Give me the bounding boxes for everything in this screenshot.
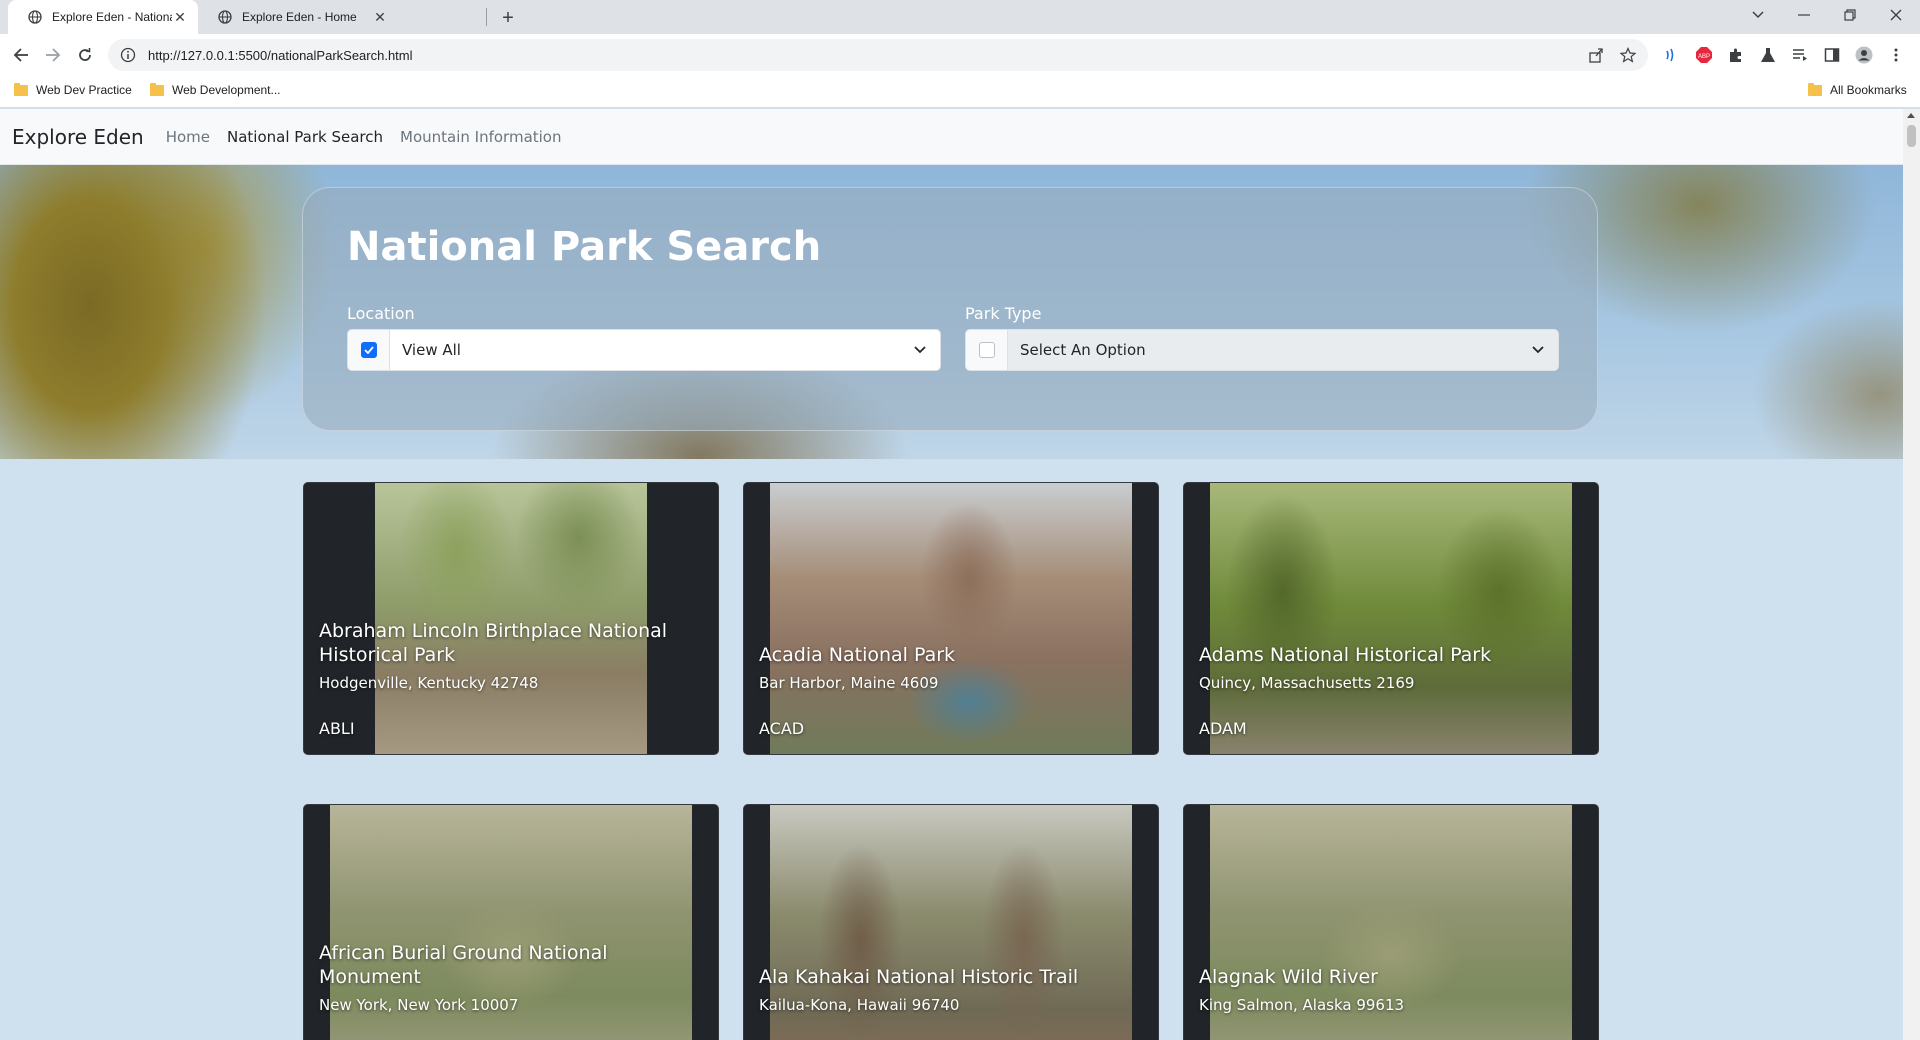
- park-location: New York, New York 10007: [319, 996, 519, 1014]
- park-location: Bar Harbor, Maine 4609: [759, 674, 939, 692]
- park-type-select-value: Select An Option: [1020, 341, 1146, 359]
- park-code: ACAD: [759, 719, 805, 738]
- park-name: Abraham Lincoln Birthplace National Hist…: [319, 620, 668, 666]
- lab-flask-icon[interactable]: [1759, 46, 1777, 64]
- location-select-value: View All: [402, 341, 461, 359]
- bookmark-folder-web-development[interactable]: Web Development...: [150, 82, 281, 97]
- tab-divider: [486, 8, 487, 26]
- folder-icon: [150, 82, 164, 96]
- extensions-puzzle-icon[interactable]: [1727, 46, 1745, 64]
- park-name: Acadia National Park: [759, 644, 956, 666]
- park-location: Quincy, Massachusetts 2169: [1199, 674, 1415, 692]
- park-card[interactable]: Ala Kahakai National Historic Trail Kail…: [743, 804, 1159, 1040]
- reload-icon[interactable]: [73, 43, 97, 67]
- all-bookmarks-button[interactable]: All Bookmarks: [1808, 82, 1907, 97]
- profile-avatar-icon[interactable]: [1855, 46, 1873, 64]
- page-viewport: Explore Eden Home National Park Search M…: [0, 109, 1903, 1040]
- park-name: Alagnak Wild River: [1199, 966, 1378, 988]
- url-text: http://127.0.0.1:5500/nationalParkSearch…: [148, 47, 413, 63]
- forward-arrow-icon[interactable]: [41, 43, 65, 67]
- kebab-menu-icon[interactable]: [1887, 46, 1905, 64]
- bookmark-folder-web-dev-practice[interactable]: Web Dev Practice: [14, 82, 132, 97]
- new-tab-plus-icon[interactable]: +: [496, 6, 520, 30]
- nav-link-home[interactable]: Home: [166, 128, 210, 146]
- chevron-down-icon: [900, 346, 940, 354]
- park-location: Kailua-Kona, Hawaii 96740: [759, 996, 960, 1014]
- chevron-down-icon: [1518, 346, 1558, 354]
- back-arrow-icon[interactable]: [9, 43, 33, 67]
- folder-icon: [1808, 82, 1822, 96]
- bookmark-label: Web Development...: [172, 83, 281, 97]
- park-code: ABLI: [319, 719, 355, 738]
- search-panel: National Park Search Location View All P…: [302, 187, 1598, 431]
- globe-icon: [28, 10, 42, 24]
- site-brand[interactable]: Explore Eden: [12, 125, 144, 149]
- bookmarks-bar: Web Dev Practice Web Development... All …: [0, 76, 1920, 108]
- browser-tab-bar: Explore Eden - National Park Se ✕ Explor…: [0, 0, 1920, 34]
- address-bar[interactable]: http://127.0.0.1:5500/nationalParkSearch…: [108, 39, 1648, 71]
- adblock-icon[interactable]: ABP: [1695, 46, 1713, 64]
- site-navbar: Explore Eden Home National Park Search M…: [0, 109, 1903, 165]
- browser-toolbar: http://127.0.0.1:5500/nationalParkSearch…: [0, 34, 1920, 76]
- tab-search-chevron-icon[interactable]: [1736, 0, 1780, 30]
- bookmark-label: Web Dev Practice: [36, 83, 132, 97]
- location-checkbox[interactable]: [360, 342, 377, 358]
- park-card[interactable]: Abraham Lincoln Birthplace National Hist…: [303, 482, 719, 755]
- park-image: [770, 483, 1132, 754]
- reading-list-icon[interactable]: [1791, 46, 1809, 64]
- minimize-icon[interactable]: [1782, 0, 1826, 30]
- park-card[interactable]: Acadia National Park Bar Harbor, Maine 4…: [743, 482, 1159, 755]
- page-title: National Park Search: [347, 224, 822, 270]
- checkmark-icon: [363, 346, 374, 354]
- close-icon[interactable]: ✕: [372, 9, 388, 25]
- park-code: ADAM: [1199, 719, 1247, 738]
- park-name: African Burial Ground National Monument: [319, 942, 608, 988]
- park-location: King Salmon, Alaska 99613: [1199, 996, 1405, 1014]
- park-type-label: Park Type: [965, 304, 1042, 323]
- scroll-up-arrow-icon[interactable]: [1907, 113, 1915, 118]
- share-icon[interactable]: [1588, 47, 1604, 63]
- svg-text:ABP: ABP: [1698, 54, 1710, 60]
- close-icon[interactable]: ✕: [172, 9, 188, 25]
- browser-tab-title: Explore Eden - Home: [242, 10, 357, 24]
- park-location: Hodgenville, Kentucky 42748: [319, 674, 539, 692]
- restore-icon[interactable]: [1828, 0, 1872, 30]
- window-close-icon[interactable]: [1874, 0, 1918, 30]
- side-panel-icon[interactable]: [1823, 46, 1841, 64]
- location-label: Location: [347, 304, 415, 323]
- location-select[interactable]: View All: [347, 329, 941, 371]
- scrollbar-thumb[interactable]: [1907, 125, 1916, 147]
- hero-banner: National Park Search Location View All P…: [0, 165, 1903, 459]
- park-type-select[interactable]: Select An Option: [965, 329, 1559, 371]
- nav-link-national-park-search[interactable]: National Park Search: [227, 128, 383, 146]
- page-scrollbar[interactable]: [1903, 109, 1920, 1040]
- location-checkbox-wrap: [348, 330, 390, 370]
- browser-tab[interactable]: Explore Eden - Home ✕: [198, 0, 398, 34]
- park-image: [1210, 483, 1572, 754]
- park-name: Adams National Historical Park: [1199, 644, 1492, 666]
- park-name: Ala Kahakai National Historic Trail: [759, 966, 1079, 988]
- browser-tab-title: Explore Eden - National Park Se: [52, 10, 172, 24]
- park-card[interactable]: Alagnak Wild River King Salmon, Alaska 9…: [1183, 804, 1599, 1040]
- browser-tab-active[interactable]: Explore Eden - National Park Se ✕: [8, 0, 198, 34]
- all-bookmarks-label: All Bookmarks: [1830, 83, 1907, 97]
- park-type-checkbox-wrap: [966, 330, 1008, 370]
- bookmark-star-icon[interactable]: [1620, 47, 1636, 63]
- info-icon[interactable]: [120, 47, 136, 63]
- park-type-checkbox[interactable]: [978, 342, 995, 358]
- park-card[interactable]: African Burial Ground National Monument …: [303, 804, 719, 1040]
- extension-wave-icon[interactable]: [1663, 46, 1681, 64]
- globe-icon: [218, 10, 232, 24]
- nav-link-mountain-information[interactable]: Mountain Information: [400, 128, 561, 146]
- folder-icon: [14, 82, 28, 96]
- park-card[interactable]: Adams National Historical Park Quincy, M…: [1183, 482, 1599, 755]
